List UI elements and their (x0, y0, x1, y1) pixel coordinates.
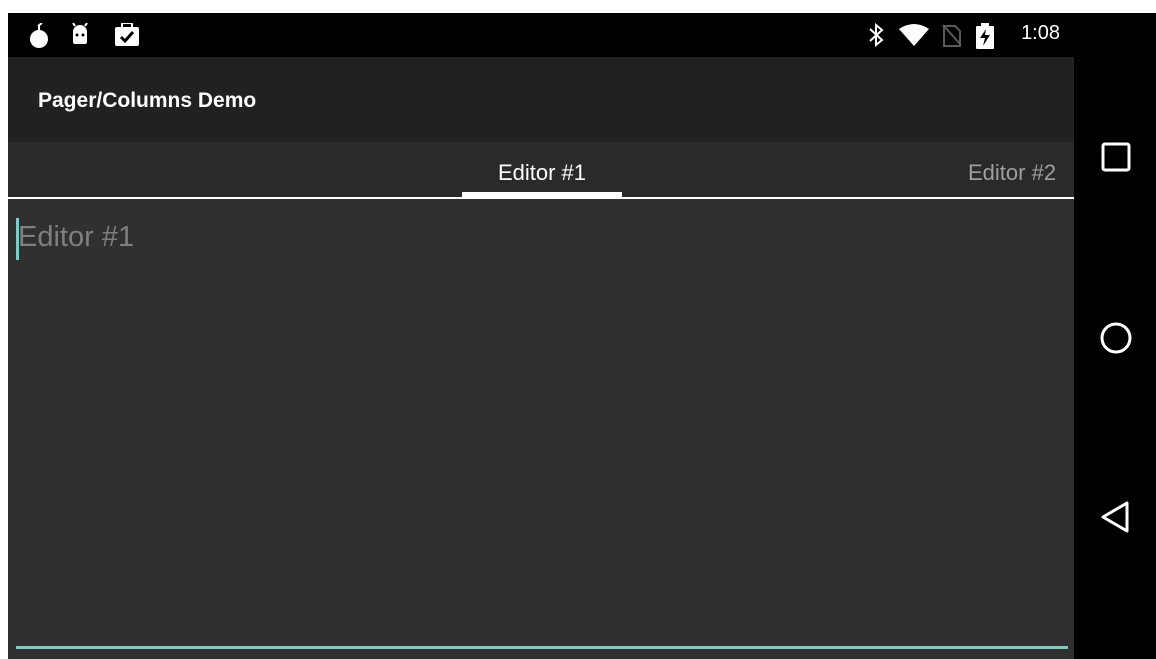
device-screen: 1:08 Pager/Columns Demo Editor #1 Editor… (8, 13, 1156, 659)
android-icon (68, 22, 92, 52)
navigation-bar (1074, 13, 1156, 659)
back-icon (1101, 501, 1129, 533)
clipboard-check-icon (114, 22, 140, 52)
back-button[interactable] (1098, 499, 1134, 535)
editor-underline (16, 646, 1068, 649)
recents-icon (1101, 142, 1131, 172)
home-button[interactable] (1098, 320, 1134, 356)
tab-editor-2[interactable]: Editor #2 (968, 160, 1078, 186)
editor-hint: Editor #1 (18, 221, 135, 253)
action-bar: Pager/Columns Demo (8, 57, 1074, 142)
status-time: 1:08 (1021, 22, 1060, 44)
bomb-icon (28, 22, 50, 54)
home-icon (1100, 322, 1132, 354)
tab-selected-indicator (462, 192, 622, 197)
app-title: Pager/Columns Demo (38, 89, 257, 112)
editor-text-field[interactable]: Editor #1 (8, 199, 1074, 659)
recents-button[interactable] (1098, 139, 1134, 175)
battery-charging-icon (976, 23, 994, 54)
tab-editor-1[interactable]: Editor #1 (462, 160, 622, 186)
bluetooth-icon (866, 22, 886, 52)
wifi-icon (898, 23, 930, 52)
status-bar: 1:08 (8, 13, 1074, 57)
tab-strip: Editor #1 Editor #2 (8, 142, 1074, 199)
no-sim-icon (942, 23, 962, 52)
